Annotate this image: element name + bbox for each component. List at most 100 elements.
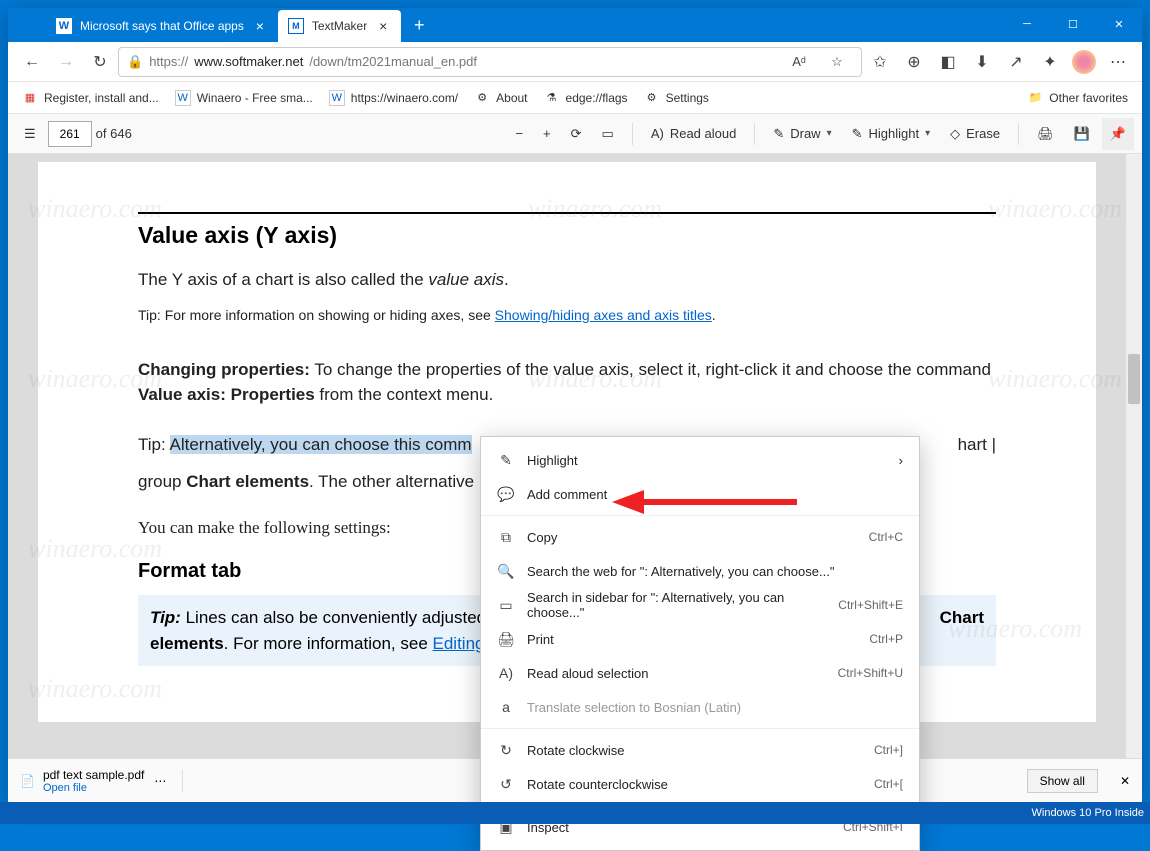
extensions-icon[interactable]: ✦: [1034, 46, 1066, 78]
fav-label: Settings: [666, 91, 709, 105]
pin-toolbar-button[interactable]: 📌: [1102, 118, 1134, 150]
menu-item-label: Highlight: [527, 453, 887, 468]
fav-label: Other favorites: [1049, 91, 1128, 105]
menu-separator: [481, 515, 919, 516]
download-filename: pdf text sample.pdf: [43, 768, 144, 782]
tab-inactive[interactable]: W Microsoft says that Office apps ×: [46, 10, 278, 42]
context-menu-item[interactable]: ✎Highlight›: [481, 443, 919, 477]
maximize-button[interactable]: ☐: [1050, 8, 1096, 40]
tts-icon[interactable]: Aᵈ: [783, 46, 815, 78]
erase-button[interactable]: ◇ Erase: [942, 118, 1008, 150]
link[interactable]: Editing: [433, 634, 485, 653]
open-file-link[interactable]: Open file: [43, 782, 144, 794]
context-menu-item[interactable]: 🔍Search the web for ": Alternatively, yo…: [481, 554, 919, 588]
fav-label: Register, install and...: [44, 91, 159, 105]
zoom-out-button[interactable]: −: [507, 118, 531, 150]
context-menu-item[interactable]: ⧉CopyCtrl+C: [481, 520, 919, 554]
fav-label: Winaero - Free sma...: [197, 91, 313, 105]
tab-active[interactable]: M TextMaker ×: [278, 10, 401, 42]
downloads-icon[interactable]: ⬇: [966, 46, 998, 78]
link[interactable]: Showing/hiding axes and axis titles: [495, 307, 712, 323]
favorite-link[interactable]: Whttps://winaero.com/: [323, 86, 464, 110]
close-bar-icon[interactable]: ✕: [1120, 774, 1130, 788]
collections-icon[interactable]: ⊕: [898, 46, 930, 78]
menu-item-icon: 🔍: [497, 563, 515, 580]
profile-avatar[interactable]: [1068, 46, 1100, 78]
tab-strip: W Microsoft says that Office apps × M Te…: [8, 8, 1004, 42]
close-window-button[interactable]: ✕: [1096, 8, 1142, 40]
gear-icon: ⚙: [474, 90, 490, 106]
lock-icon: 🔒: [127, 54, 143, 70]
tab-label: TextMaker: [312, 19, 367, 33]
label: Erase: [966, 126, 1000, 141]
highlight-button[interactable]: ✎Highlight▾: [844, 118, 939, 150]
other-favorites[interactable]: 📁 Other favorites: [1021, 86, 1134, 110]
close-tab-icon[interactable]: ×: [375, 18, 391, 34]
more-icon[interactable]: ⋯: [154, 774, 166, 788]
close-tab-icon[interactable]: ×: [252, 18, 268, 34]
context-menu-item[interactable]: 💬Add comment: [481, 477, 919, 511]
save-button[interactable]: 💾: [1066, 118, 1098, 150]
draw-button[interactable]: ✎Draw▾: [765, 118, 839, 150]
new-tab-button[interactable]: +: [405, 11, 433, 39]
favorite-link[interactable]: ⚙ Settings: [638, 86, 715, 110]
chevron-down-icon: ▾: [925, 128, 930, 139]
menu-item-shortcut: Ctrl+P: [869, 632, 903, 646]
refresh-button[interactable]: ↻: [84, 46, 116, 78]
context-menu-item[interactable]: A)Read aloud selectionCtrl+Shift+U: [481, 656, 919, 690]
favorite-link[interactable]: ⚙ About: [468, 86, 533, 110]
menu-item-icon: 💬: [497, 486, 515, 503]
download-item[interactable]: 📄 pdf text sample.pdf Open file: [20, 768, 144, 794]
favorites-icon[interactable]: ✩: [864, 46, 896, 78]
context-menu-item[interactable]: 🖨PrintCtrl+P: [481, 622, 919, 656]
zoom-in-button[interactable]: +: [535, 118, 559, 150]
menu-item-label: Rotate clockwise: [527, 743, 862, 758]
folder-icon: 📁: [1027, 90, 1043, 106]
fav-label: About: [496, 91, 527, 105]
favicon-m-icon: M: [288, 18, 304, 34]
show-all-button[interactable]: Show all: [1027, 769, 1098, 793]
fav-label: edge://flags: [566, 91, 628, 105]
tracking-icon[interactable]: ◧: [932, 46, 964, 78]
context-menu-item[interactable]: ↻Rotate clockwiseCtrl+]: [481, 733, 919, 767]
contents-toggle[interactable]: ☰: [16, 118, 44, 150]
url-scheme: https://: [149, 54, 188, 69]
menu-item-label: Copy: [527, 530, 857, 545]
tip-text: Tip: For more information on showing or …: [138, 305, 996, 327]
gear-icon: ⚙: [644, 90, 660, 106]
page-number-input[interactable]: [48, 121, 92, 147]
scrollbar[interactable]: [1126, 154, 1142, 758]
context-menu-item[interactable]: ↺Rotate counterclockwiseCtrl+[: [481, 767, 919, 801]
context-menu-item[interactable]: ▭Search in sidebar for ": Alternatively,…: [481, 588, 919, 622]
rotate-button[interactable]: ⟳: [563, 118, 590, 150]
paragraph: The Y axis of a chart is also called the…: [138, 267, 996, 293]
menu-item-label: Read aloud selection: [527, 666, 826, 681]
speaker-icon: A): [651, 126, 664, 141]
print-button[interactable]: 🖨: [1029, 118, 1062, 150]
paragraph: Changing properties: To change the prope…: [138, 357, 996, 408]
scrollbar-thumb[interactable]: [1128, 354, 1140, 404]
taskbar-text: Windows 10 Pro Inside: [1032, 807, 1145, 819]
page-total: of 646: [96, 126, 132, 141]
menu-separator: [481, 728, 919, 729]
favicon-w-icon: W: [175, 90, 191, 106]
menu-item-icon: ↺: [497, 776, 515, 793]
share-icon[interactable]: ↗: [1000, 46, 1032, 78]
address-bar: ← → ↻ 🔒 https://www.softmaker.net/down/t…: [8, 42, 1142, 82]
minimize-button[interactable]: ─: [1004, 8, 1050, 40]
favorite-link[interactable]: ⚗edge://flags: [538, 86, 634, 110]
favorite-star-icon[interactable]: ☆: [821, 46, 853, 78]
forward-button[interactable]: →: [50, 46, 82, 78]
favorite-link[interactable]: W Winaero - Free sma...: [169, 86, 319, 110]
fit-page-button[interactable]: ▭: [594, 118, 622, 150]
back-button[interactable]: ←: [16, 46, 48, 78]
favorite-link[interactable]: ▦Register, install and...: [16, 86, 165, 110]
url-input[interactable]: 🔒 https://www.softmaker.net/down/tm2021m…: [118, 47, 862, 77]
eraser-icon: ◇: [950, 126, 960, 142]
menu-item-icon: A): [497, 665, 515, 681]
label: Draw: [790, 126, 820, 141]
chevron-right-icon: ›: [899, 453, 903, 468]
menu-item-shortcut: Ctrl+]: [874, 743, 903, 757]
read-aloud-button[interactable]: A)Read aloud: [643, 118, 745, 150]
more-menu-button[interactable]: ⋯: [1102, 46, 1134, 78]
